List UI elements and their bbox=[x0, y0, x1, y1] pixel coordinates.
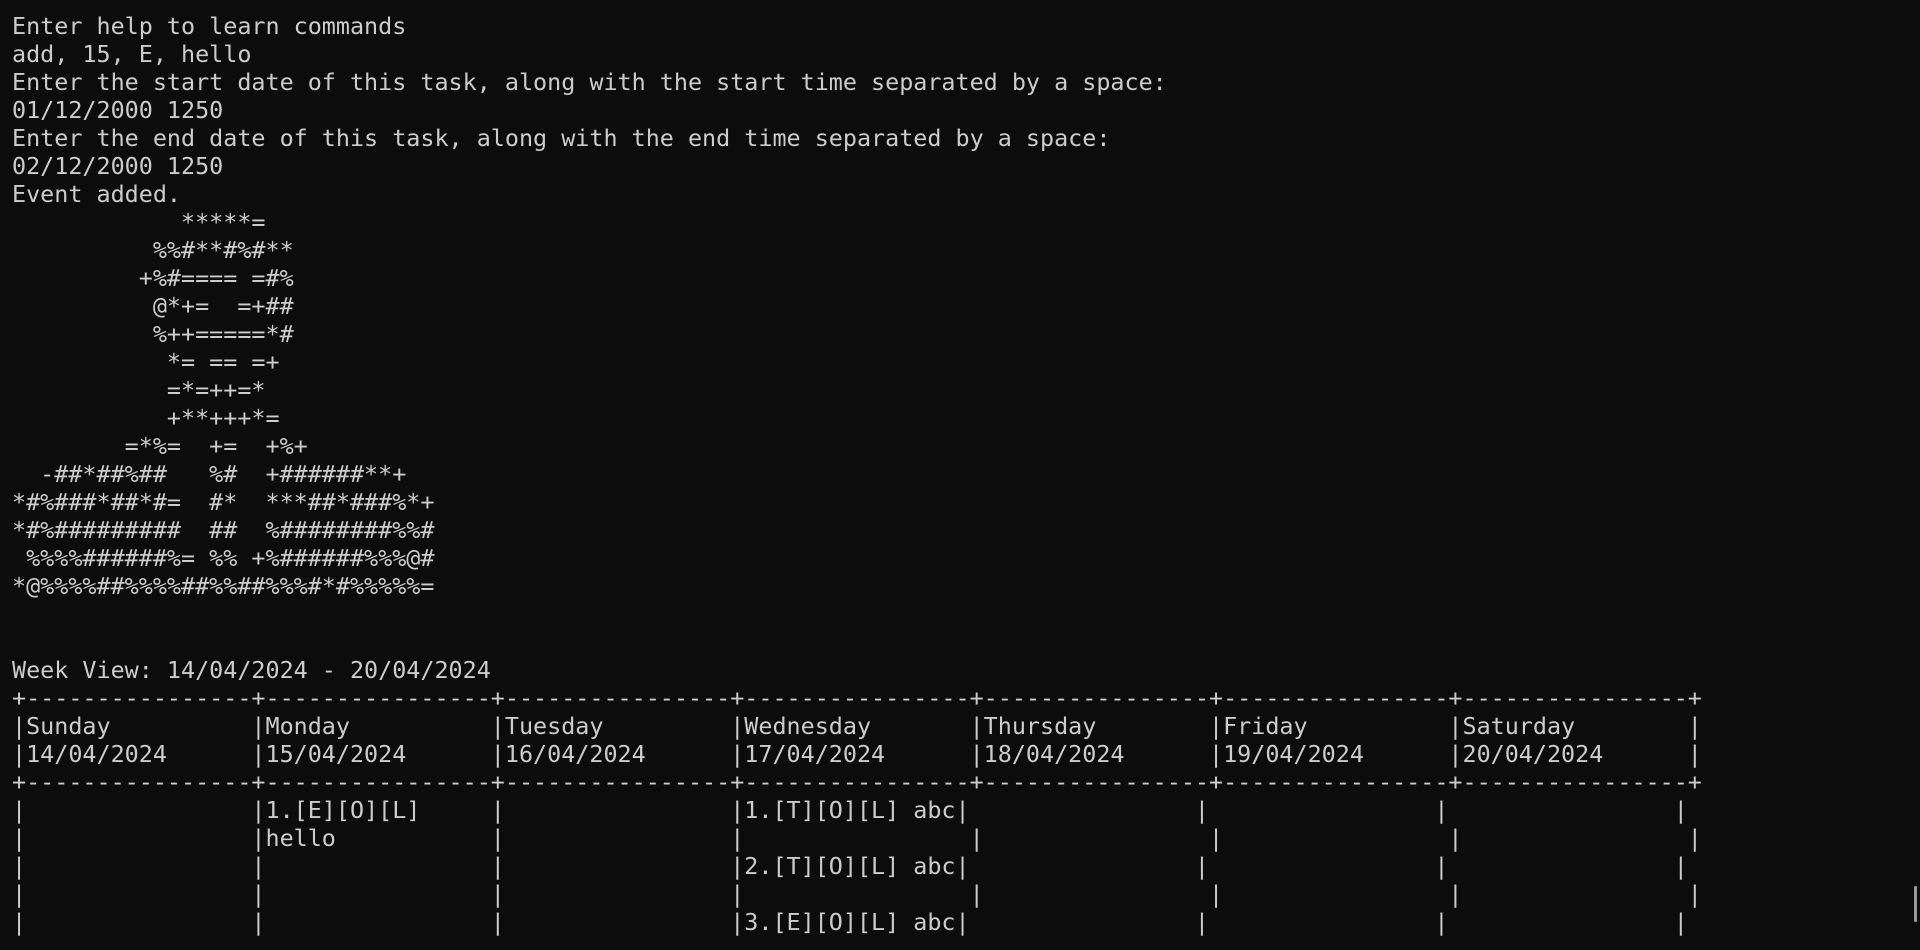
terminal-line: Enter the start date of this task, along… bbox=[12, 68, 1167, 96]
terminal-line: *@%%%%##%%%%##%%##%%%#*#%%%%%= bbox=[12, 572, 435, 600]
terminal-line: |Sunday |Monday |Tuesday |Wednesday |Thu… bbox=[12, 712, 1702, 740]
terminal-line: %%%%######%= %% +%######%%%@# bbox=[12, 544, 435, 572]
terminal-line: | | | |3.[E][O][L] abc| | | | bbox=[12, 908, 1688, 936]
terminal-line: add, 15, E, hello bbox=[12, 40, 252, 68]
vertical-scrollbar[interactable] bbox=[1906, 0, 1920, 950]
terminal-line: -##*##%## %# +######**+ bbox=[12, 460, 407, 488]
terminal-line: | |1.[E][O][L] | |1.[T][O][L] abc| | | | bbox=[12, 796, 1688, 824]
terminal-line: Event added. bbox=[12, 180, 181, 208]
terminal-line: | | | | | | | | bbox=[12, 880, 1702, 908]
terminal-window[interactable]: Enter help to learn commands add, 15, E, … bbox=[0, 0, 1920, 950]
terminal-line: @*+= =+## bbox=[12, 292, 294, 320]
terminal-line: Enter help to learn commands bbox=[12, 12, 407, 40]
terminal-line: *= == =+ bbox=[12, 348, 280, 376]
terminal-line: *#%######### ## %########%%# bbox=[12, 516, 435, 544]
terminal-line: *****= bbox=[12, 208, 266, 236]
terminal-line: 02/12/2000 1250 bbox=[12, 152, 224, 180]
terminal-line: =*=++=* bbox=[12, 376, 266, 404]
terminal-line: |14/04/2024 |15/04/2024 |16/04/2024 |17/… bbox=[12, 740, 1702, 768]
terminal-line: *#%###*##*#= #* ***##*###%*+ bbox=[12, 488, 435, 516]
terminal-line: +%#==== =#% bbox=[12, 264, 294, 292]
scrollbar-thumb[interactable] bbox=[1914, 886, 1917, 922]
terminal-line: 01/12/2000 1250 bbox=[12, 96, 224, 124]
terminal-line: +**+++*= bbox=[12, 404, 280, 432]
terminal-line: | |hello | | | | | | bbox=[12, 824, 1702, 852]
terminal-line: Week View: 14/04/2024 - 20/04/2024 bbox=[12, 656, 491, 684]
terminal-line: +----------------+----------------+-----… bbox=[12, 684, 1702, 712]
terminal-line: Enter the end date of this task, along w… bbox=[12, 124, 1111, 152]
terminal-line: =*%= += +%+ bbox=[12, 432, 308, 460]
terminal-line: +----------------+----------------+-----… bbox=[12, 768, 1702, 796]
terminal-output: Enter help to learn commands add, 15, E, … bbox=[12, 12, 1702, 936]
terminal-line: %++=====*# bbox=[12, 320, 294, 348]
terminal-line: %%#**#%#** bbox=[12, 236, 294, 264]
terminal-line: | | | |2.[T][O][L] abc| | | | bbox=[12, 852, 1688, 880]
